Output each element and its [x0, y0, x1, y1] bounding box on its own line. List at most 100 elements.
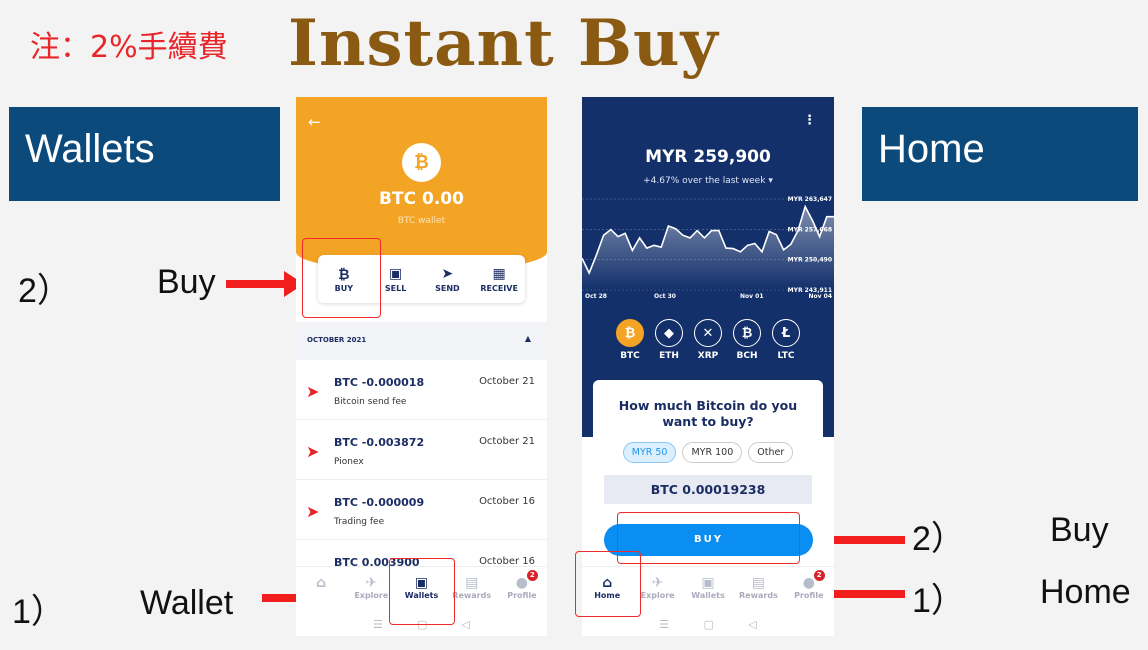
profile-icon: ●	[515, 575, 529, 591]
send-icon: ➤	[441, 265, 454, 282]
sell-action-label: SELL	[384, 283, 407, 293]
step-2-label: 2）	[912, 520, 965, 558]
menu-icon[interactable]: ☰	[373, 618, 383, 631]
arrow-left-icon	[803, 581, 905, 607]
coin-btc[interactable]: ₿ BTC	[611, 319, 650, 361]
nav-label: Explore	[640, 591, 675, 600]
arrow-left-icon	[803, 527, 905, 553]
coin-selector: ₿ BTC ◆ ETH ✕ XRP ₿ BCH Ł LTC	[582, 319, 834, 361]
highlight-buy-action	[302, 238, 381, 318]
option-myr-100[interactable]: MYR 100	[682, 442, 743, 463]
month-label: OCTOBER 2021	[307, 336, 367, 344]
nav-profile[interactable]: ● Profile 2	[497, 567, 547, 612]
wallet-screen: ← ₿ BTC 0.00 BTC wallet ₿ BUY ▣ SELL ➤ SEND…	[296, 97, 547, 636]
transaction-row[interactable]: ➤ BTC -0.000009 Trading fee October 16	[296, 480, 547, 540]
coin-label: BTC	[620, 351, 640, 361]
transaction-date: October 21	[479, 376, 535, 387]
home-label: Home	[1040, 573, 1131, 611]
nav-label: Profile	[794, 591, 824, 600]
coin-xrp[interactable]: ✕ XRP	[689, 319, 728, 361]
y-tick-label: MYR 263,647	[788, 196, 832, 203]
nav-label: Rewards	[452, 591, 492, 600]
nav-label: Profile	[507, 591, 537, 600]
amount-options: MYR 50 MYR 100 Other	[593, 442, 823, 463]
gift-icon: ▤	[751, 575, 766, 591]
nav-wallets[interactable]: ▣ Wallets	[683, 567, 733, 612]
collapse-icon[interactable]: ▲	[525, 334, 531, 343]
home-square-icon[interactable]: ▢	[703, 618, 713, 631]
bitcoin-icon: ₿	[402, 143, 441, 182]
slide-title: Instant Buy	[288, 6, 719, 81]
nav-label: Explore	[354, 591, 389, 600]
coin-label: ETH	[659, 351, 679, 361]
fee-note: 注：2%手續費	[30, 30, 228, 65]
send-icon: ➤	[306, 382, 320, 401]
transaction-date: October 21	[479, 436, 535, 447]
home-icon: ⌂	[316, 575, 327, 591]
x-tick-label: Oct 30	[654, 293, 676, 300]
bitcoin-icon: ₿	[616, 319, 644, 347]
back-triangle-icon[interactable]: ◁	[461, 618, 469, 631]
dropdown-icon: ▾	[768, 176, 773, 186]
transaction-desc: Pionex	[334, 457, 364, 467]
x-tick-label: Oct 28	[585, 293, 607, 300]
transaction-date: October 16	[479, 496, 535, 507]
option-other[interactable]: Other	[748, 442, 794, 463]
coin-bch[interactable]: ₿ BCH	[728, 319, 767, 361]
transaction-desc: Bitcoin send fee	[334, 397, 407, 407]
coin-eth[interactable]: ◆ ETH	[650, 319, 689, 361]
coin-label: LTC	[777, 351, 795, 361]
send-action[interactable]: ➤ SEND	[422, 266, 474, 293]
receive-action[interactable]: ▦ RECEIVE	[473, 266, 525, 293]
transaction-amount: BTC -0.003872	[334, 436, 425, 449]
transaction-row[interactable]: ➤ BTC -0.003872 Pionex October 21	[296, 420, 547, 480]
buy-label: Buy	[1050, 511, 1109, 549]
notification-badge: 2	[526, 570, 538, 581]
menu-icon[interactable]: ☰	[659, 618, 669, 631]
qr-icon: ▦	[492, 265, 506, 282]
nav-rewards[interactable]: ▤ Rewards	[733, 567, 783, 612]
step-1-label: 1）	[12, 593, 65, 631]
wallet-icon: ▣	[701, 575, 715, 591]
receive-action-label: RECEIVE	[480, 283, 518, 293]
option-myr-50[interactable]: MYR 50	[622, 442, 677, 463]
xrp-icon: ✕	[694, 319, 722, 347]
price-change[interactable]: +4.67% over the last week ▾	[582, 176, 834, 186]
send-icon: ➤	[306, 502, 320, 521]
arrow-right-icon	[226, 271, 304, 297]
transaction-amount: BTC -0.000009	[334, 496, 425, 509]
step-1-label: 1）	[912, 582, 965, 620]
coin-ltc[interactable]: Ł LTC	[767, 319, 806, 361]
x-tick-label: Nov 01	[740, 293, 764, 300]
wallet-balance: BTC 0.00	[379, 189, 464, 209]
bitcoin-cash-icon: ₿	[733, 319, 761, 347]
buy-question: How much Bitcoin do you want to buy?	[618, 398, 798, 429]
coin-label: BCH	[736, 351, 758, 361]
highlight-wallets-tab	[389, 558, 455, 625]
transaction-desc: Trading fee	[334, 517, 385, 527]
nav-home[interactable]: ⌂	[296, 567, 346, 612]
transaction-amount: BTC -0.000018	[334, 376, 425, 389]
month-header[interactable]: OCTOBER 2021 ▲	[296, 322, 547, 360]
more-icon[interactable]: ⋮	[803, 113, 816, 128]
nav-label: Wallets	[691, 591, 725, 600]
highlight-buy-button	[617, 512, 800, 564]
profile-icon: ●	[802, 575, 815, 591]
nav-profile[interactable]: ● Profile 2	[784, 567, 834, 612]
wallet-subtitle: BTC wallet	[397, 216, 446, 226]
transaction-row[interactable]: ➤ BTC -0.000018 Bitcoin send fee October…	[296, 360, 547, 420]
back-triangle-icon[interactable]: ◁	[748, 618, 756, 631]
price-area	[582, 206, 834, 290]
highlight-home-tab	[575, 551, 641, 617]
back-arrow-icon[interactable]: ←	[308, 113, 321, 131]
price-change-text: +4.67% over the last week	[643, 176, 766, 186]
notification-badge: 2	[813, 570, 825, 581]
send-icon: ➤	[306, 442, 320, 461]
buy-label: Buy	[157, 263, 216, 301]
litecoin-icon: Ł	[772, 319, 800, 347]
home-label-box: Home	[862, 107, 1138, 201]
wallets-label-box: Wallets	[9, 107, 280, 201]
ethereum-icon: ◆	[655, 319, 683, 347]
btc-amount: BTC 0.00019238	[604, 475, 812, 504]
send-action-label: SEND	[435, 283, 460, 293]
